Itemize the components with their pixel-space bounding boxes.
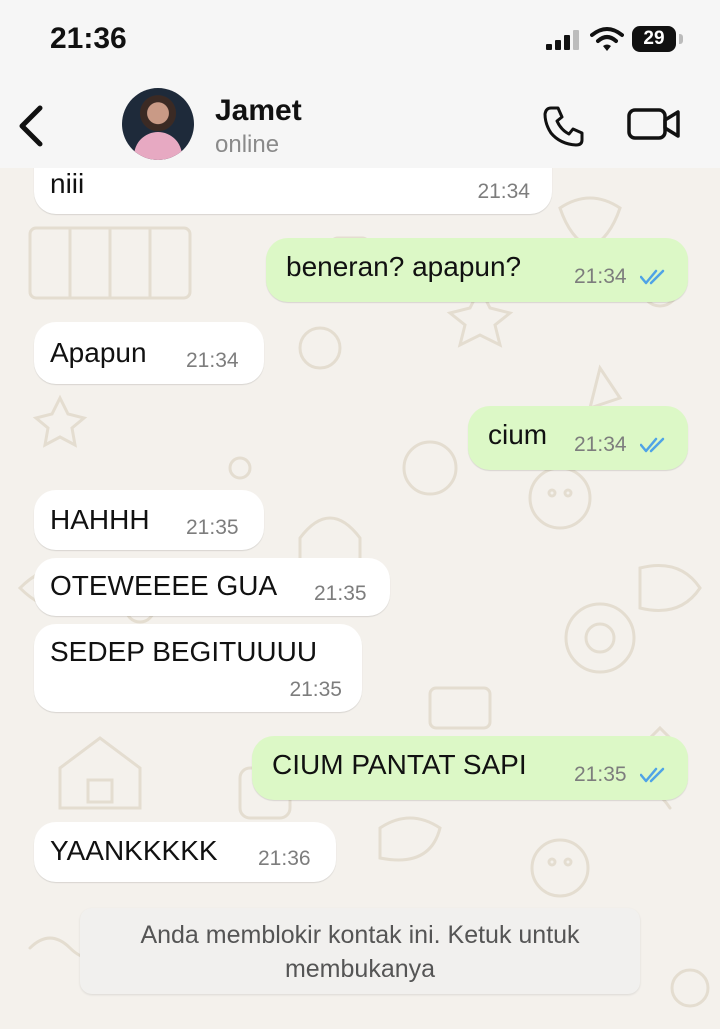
blocked-notice-text: Anda memblokir kontak ini. Ketuk untuk m… bbox=[140, 921, 580, 983]
contact-status: online bbox=[215, 131, 280, 158]
message-bubble-incoming[interactable]: SEDEP BEGITUUUU 21:35 bbox=[34, 624, 362, 712]
avatar-figure bbox=[134, 132, 182, 160]
message-text: cium bbox=[488, 419, 548, 450]
message-text: beneran? apapun? bbox=[286, 251, 522, 282]
avatar[interactable] bbox=[122, 88, 194, 160]
message-bubble-outgoing[interactable]: cium 21:34 bbox=[468, 406, 688, 470]
message-bubble-incoming[interactable]: niii 21:34 bbox=[34, 168, 552, 214]
read-receipt-icon bbox=[640, 767, 665, 783]
message-text: OTEWEEEE GUA bbox=[50, 570, 278, 601]
message-bubble-outgoing[interactable]: CIUM PANTAT SAPI 21:35 bbox=[252, 736, 688, 800]
status-bar: 21:36 29 bbox=[0, 0, 720, 84]
message-bubble-incoming[interactable]: Apapun 21:34 bbox=[34, 322, 264, 384]
read-receipt-icon bbox=[640, 269, 665, 285]
message-text: HAHHH bbox=[50, 504, 150, 535]
chat-header: Jamet online bbox=[0, 84, 720, 168]
battery-tip bbox=[679, 34, 683, 44]
message-text: SEDEP BEGITUUUU bbox=[50, 636, 318, 667]
signal-icon bbox=[546, 30, 579, 50]
message-time: 21:35 bbox=[314, 582, 367, 605]
message-text: YAANKKKKK bbox=[50, 835, 218, 866]
battery-icon: 29 bbox=[632, 26, 684, 52]
status-time: 21:36 bbox=[50, 22, 127, 55]
message-time: 21:35 bbox=[186, 516, 239, 539]
contact-name[interactable]: Jamet bbox=[215, 94, 302, 128]
back-icon[interactable] bbox=[14, 102, 50, 150]
phone-icon[interactable] bbox=[542, 104, 586, 148]
message-time: 21:36 bbox=[258, 847, 311, 870]
battery-level: 29 bbox=[632, 26, 676, 52]
message-text: CIUM PANTAT SAPI bbox=[272, 749, 527, 780]
chat-area[interactable]: niii 21:34 beneran? apapun? 21:34 Apapun… bbox=[0, 168, 720, 1029]
message-bubble-outgoing[interactable]: beneran? apapun? 21:34 bbox=[266, 238, 688, 302]
message-time: 21:34 bbox=[477, 180, 530, 203]
message-bubble-incoming[interactable]: YAANKKKKK 21:36 bbox=[34, 822, 336, 882]
message-bubble-incoming[interactable]: OTEWEEEE GUA 21:35 bbox=[34, 558, 390, 616]
video-call-icon[interactable] bbox=[626, 104, 682, 144]
message-time: 21:35 bbox=[289, 678, 342, 701]
message-text: Apapun bbox=[50, 337, 147, 368]
message-time: 21:35 bbox=[574, 763, 627, 786]
message-time: 21:34 bbox=[186, 349, 239, 372]
message-time: 21:34 bbox=[574, 433, 627, 456]
read-receipt-icon bbox=[640, 437, 665, 453]
message-text: niii bbox=[50, 168, 85, 199]
message-time: 21:34 bbox=[574, 265, 627, 288]
wifi-icon bbox=[590, 27, 624, 51]
blocked-contact-notice[interactable]: Anda memblokir kontak ini. Ketuk untuk m… bbox=[80, 908, 640, 994]
message-bubble-incoming[interactable]: HAHHH 21:35 bbox=[34, 490, 264, 550]
